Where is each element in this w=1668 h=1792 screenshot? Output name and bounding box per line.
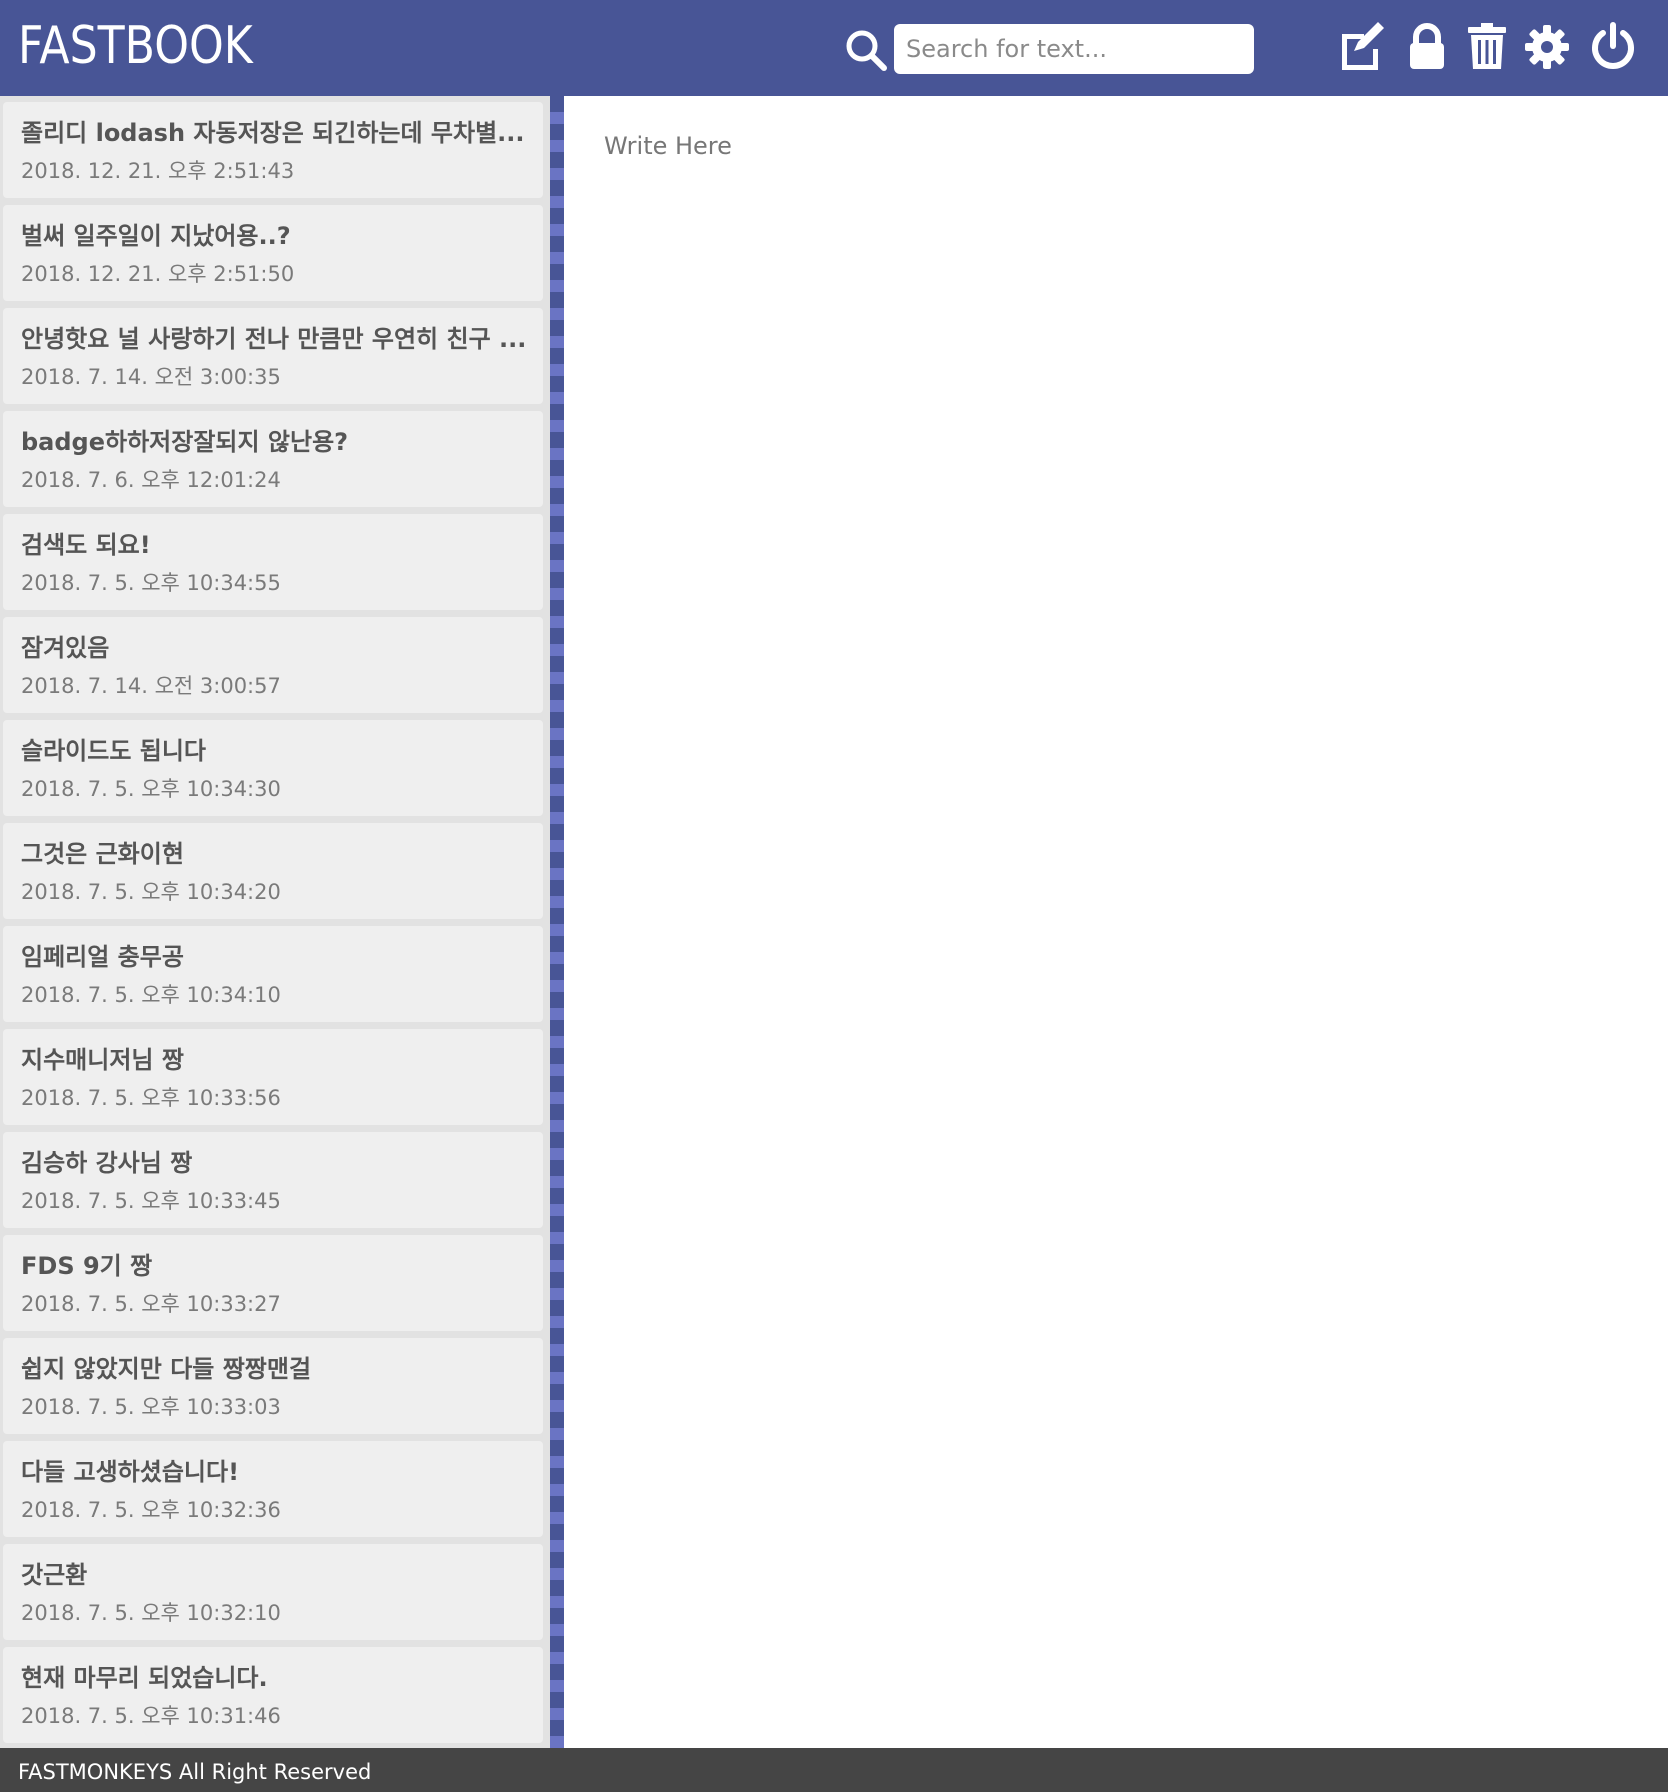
app-header: FASTBOOK xyxy=(0,0,1668,96)
note-date: 2018. 7. 14. 오전 3:00:57 xyxy=(21,674,281,698)
note-title: 졸리디 lodash 자동저장은 되긴하는데 무차별... xyxy=(21,119,525,147)
note-title: 현재 마무리 되었습니다. xyxy=(21,1664,268,1692)
note-date: 2018. 7. 5. 오후 10:33:03 xyxy=(21,1395,281,1419)
note-title: 잠겨있음 xyxy=(21,634,110,662)
note-title: 김승하 강사님 짱 xyxy=(21,1149,193,1177)
note-item[interactable]: 현재 마무리 되었습니다. 2018. 7. 5. 오후 10:31:46 xyxy=(3,1647,543,1743)
note-title: badge하하저장잘되지 않난용? xyxy=(21,428,349,456)
note-item[interactable]: badge하하저장잘되지 않난용? 2018. 7. 6. 오후 12:01:24 xyxy=(3,411,543,507)
note-title: 지수매니저님 짱 xyxy=(21,1046,184,1074)
note-date: 2018. 12. 21. 오후 2:51:50 xyxy=(21,262,295,286)
note-date: 2018. 7. 5. 오후 10:32:36 xyxy=(21,1498,281,1522)
note-item[interactable]: 안녕핫요 널 사랑하기 전나 만큼만 우연히 친구 ... 2018. 7. 14… xyxy=(3,308,543,404)
note-date: 2018. 12. 21. 오후 2:51:43 xyxy=(21,159,295,183)
note-list: 졸리디 lodash 자동저장은 되긴하는데 무차별... 2018. 12. 2… xyxy=(0,102,550,1743)
note-title: 그것은 근화이현 xyxy=(21,840,184,868)
note-item[interactable]: 그것은 근화이현 2018. 7. 5. 오후 10:34:20 xyxy=(3,823,543,919)
note-date: 2018. 7. 5. 오후 10:31:46 xyxy=(21,1704,281,1728)
note-item[interactable]: 쉽지 않았지만 다들 짱짱맨걸 2018. 7. 5. 오후 10:33:03 xyxy=(3,1338,543,1434)
note-title: 갓근환 xyxy=(21,1561,88,1589)
note-title: 안녕핫요 널 사랑하기 전나 만큼만 우연히 친구 ... xyxy=(21,325,525,353)
note-date: 2018. 7. 14. 오전 3:00:35 xyxy=(21,365,281,389)
app-footer: FASTMONKEYS All Right Reserved xyxy=(0,1748,1668,1792)
search-input[interactable] xyxy=(894,24,1254,74)
gear-icon[interactable] xyxy=(1520,20,1574,74)
note-date: 2018. 7. 6. 오후 12:01:24 xyxy=(21,468,281,492)
note-title: 다들 고생하셨습니다! xyxy=(21,1458,240,1486)
note-title: 슬라이드도 됩니다 xyxy=(21,737,206,765)
note-item[interactable]: 잠겨있음 2018. 7. 14. 오전 3:00:57 xyxy=(3,617,543,713)
note-item[interactable]: 다들 고생하셨습니다! 2018. 7. 5. 오후 10:32:36 xyxy=(3,1441,543,1537)
note-date: 2018. 7. 5. 오후 10:34:30 xyxy=(21,777,281,801)
note-date: 2018. 7. 5. 오후 10:34:10 xyxy=(21,983,281,1007)
editor-text[interactable]: Write Here xyxy=(604,132,732,160)
note-title: 검색도 되요! xyxy=(21,531,151,559)
search-icon[interactable] xyxy=(844,28,888,72)
note-item[interactable]: FDS 9기 짱 2018. 7. 5. 오후 10:33:27 xyxy=(3,1235,543,1331)
note-sidebar: 졸리디 lodash 자동저장은 되긴하는데 무차별... 2018. 12. 2… xyxy=(0,96,550,1748)
trash-icon[interactable] xyxy=(1460,20,1514,74)
note-item[interactable]: 지수매니저님 짱 2018. 7. 5. 오후 10:33:56 xyxy=(3,1029,543,1125)
note-date: 2018. 7. 5. 오후 10:32:10 xyxy=(21,1601,281,1625)
app-logo[interactable]: FASTBOOK xyxy=(18,14,253,78)
power-icon[interactable] xyxy=(1586,20,1640,74)
edit-icon[interactable] xyxy=(1334,20,1388,74)
note-item[interactable]: 임페리얼 충무공 2018. 7. 5. 오후 10:34:10 xyxy=(3,926,543,1022)
note-date: 2018. 7. 5. 오후 10:33:27 xyxy=(21,1292,281,1316)
note-title: FDS 9기 짱 xyxy=(21,1252,153,1280)
note-title: 쉽지 않았지만 다들 짱짱맨걸 xyxy=(21,1355,312,1383)
footer-text: FASTMONKEYS All Right Reserved xyxy=(18,1760,372,1784)
note-item[interactable]: 검색도 되요! 2018. 7. 5. 오후 10:34:55 xyxy=(3,514,543,610)
note-item[interactable]: 졸리디 lodash 자동저장은 되긴하는데 무차별... 2018. 12. 2… xyxy=(3,102,543,198)
note-item[interactable]: 벌써 일주일이 지났어용..? 2018. 12. 21. 오후 2:51:50 xyxy=(3,205,543,301)
note-item[interactable]: 슬라이드도 됩니다 2018. 7. 5. 오후 10:34:30 xyxy=(3,720,543,816)
note-item[interactable]: 갓근환 2018. 7. 5. 오후 10:32:10 xyxy=(3,1544,543,1640)
note-date: 2018. 7. 5. 오후 10:34:20 xyxy=(21,880,281,904)
note-title: 벌써 일주일이 지났어용..? xyxy=(21,222,291,250)
note-date: 2018. 7. 5. 오후 10:34:55 xyxy=(21,571,281,595)
note-title: 임페리얼 충무공 xyxy=(21,943,184,971)
note-item[interactable]: 김승하 강사님 짱 2018. 7. 5. 오후 10:33:45 xyxy=(3,1132,543,1228)
note-date: 2018. 7. 5. 오후 10:33:45 xyxy=(21,1189,281,1213)
editor-area[interactable]: Write Here xyxy=(564,96,1668,1748)
lock-icon[interactable] xyxy=(1400,20,1454,74)
sidebar-resize-handle[interactable] xyxy=(550,96,564,1748)
note-date: 2018. 7. 5. 오후 10:33:56 xyxy=(21,1086,281,1110)
